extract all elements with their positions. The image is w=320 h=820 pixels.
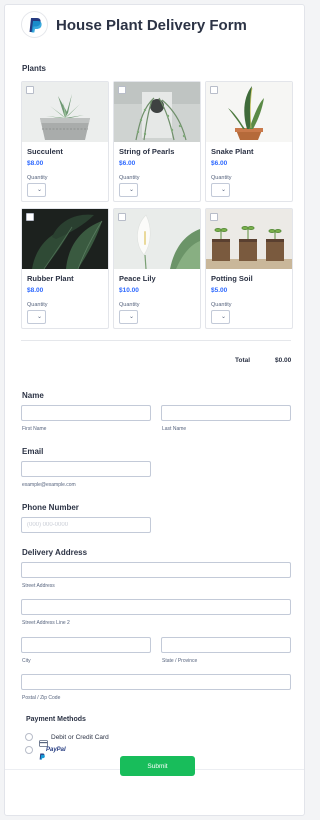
product-price: $8.00 [27, 287, 44, 294]
payment-methods-label: Payment Methods [26, 716, 86, 723]
total-label: Total [235, 357, 251, 364]
product-name: Potting Soil [211, 274, 253, 283]
quantity-select[interactable]: ⌄ [211, 183, 230, 197]
quantity-select[interactable]: ⌄ [119, 310, 138, 324]
potting-soil-image [206, 209, 292, 269]
succulent-image [22, 82, 108, 142]
last-name-sublabel: Last Name [162, 426, 187, 432]
chevron-down-icon: ⌄ [220, 314, 226, 320]
peace-lily-checkbox[interactable] [118, 213, 126, 221]
chevron-down-icon: ⌄ [128, 314, 134, 320]
product-card-peace-lily[interactable]: Peace Lily $10.00 Quantity ⌄ [113, 208, 201, 329]
product-card-succulent[interactable]: Succulent $8.00 Quantity ⌄ [21, 81, 109, 202]
product-card-potting-soil[interactable]: Potting Soil $5.00 Quantity ⌄ [205, 208, 293, 329]
peace-lily-image [114, 209, 200, 269]
quantity-select[interactable]: ⌄ [27, 310, 46, 324]
product-name: Snake Plant [211, 147, 254, 156]
state-sublabel: State / Province [162, 658, 198, 664]
delivery-address-label: Delivery Address [22, 548, 88, 557]
rubber-plant-checkbox[interactable] [26, 213, 34, 221]
zip-input[interactable] [21, 674, 291, 690]
quantity-select[interactable]: ⌄ [211, 310, 230, 324]
chevron-down-icon: ⌄ [220, 187, 226, 193]
paypal-logo-icon [21, 11, 48, 38]
quantity-select[interactable]: ⌄ [27, 183, 46, 197]
string-of-pearls-checkbox[interactable] [118, 86, 126, 94]
product-price: $10.00 [119, 287, 139, 294]
first-name-sublabel: First Name [22, 426, 47, 432]
quantity-label: Quantity [27, 302, 48, 308]
product-card-snake-plant[interactable]: Snake Plant $6.00 Quantity ⌄ [205, 81, 293, 202]
email-sublabel: example@example.com [22, 482, 76, 488]
product-name: Succulent [27, 147, 63, 156]
rubber-plant-image [22, 209, 108, 269]
total-value: $0.00 [275, 357, 292, 364]
quantity-select[interactable]: ⌄ [119, 183, 138, 197]
card-option-label: Debit or Credit Card [51, 734, 109, 741]
email-label: Email [22, 447, 44, 456]
street-address-input[interactable] [21, 562, 291, 578]
product-name: String of Pearls [119, 147, 175, 156]
product-card-string-of-pearls[interactable]: String of Pearls $6.00 Quantity ⌄ [113, 81, 201, 202]
phone-input[interactable] [21, 517, 151, 533]
chevron-down-icon: ⌄ [36, 187, 42, 193]
products-divider [21, 340, 291, 341]
product-price: $6.00 [211, 160, 228, 167]
paypal-radio[interactable] [25, 746, 33, 754]
page-title: House Plant Delivery Form [56, 17, 247, 34]
quantity-label: Quantity [119, 302, 140, 308]
succulent-checkbox[interactable] [26, 86, 34, 94]
email-field[interactable] [21, 461, 151, 477]
string-of-pearls-image [114, 82, 200, 142]
street-address-line2-sublabel: Street Address Line 2 [22, 620, 70, 626]
chevron-down-icon: ⌄ [36, 314, 42, 320]
plants-label: Plants [22, 64, 47, 73]
product-name: Peace Lily [119, 274, 156, 283]
paypal-icon [39, 747, 45, 765]
quantity-label: Quantity [119, 175, 140, 181]
potting-soil-checkbox[interactable] [210, 213, 218, 221]
chevron-down-icon: ⌄ [128, 187, 134, 193]
form-header: House Plant Delivery Form [5, 5, 304, 49]
form-card: House Plant Delivery Form Plants Succule… [4, 4, 305, 816]
street-address-line2-input[interactable] [21, 599, 291, 615]
quantity-label: Quantity [27, 175, 48, 181]
city-sublabel: City [22, 658, 31, 664]
product-card-rubber-plant[interactable]: Rubber Plant $8.00 Quantity ⌄ [21, 208, 109, 329]
product-name: Rubber Plant [27, 274, 74, 283]
city-input[interactable] [21, 637, 151, 653]
street-address-sublabel: Street Address [22, 583, 55, 589]
form-footer [5, 769, 304, 815]
product-price: $5.00 [211, 287, 228, 294]
paypal-option-label: PayPal [46, 747, 66, 753]
snake-plant-image [206, 82, 292, 142]
phone-label: Phone Number [22, 503, 79, 512]
quantity-label: Quantity [211, 175, 232, 181]
product-price: $8.00 [27, 160, 44, 167]
submit-button[interactable]: Submit [120, 756, 195, 776]
first-name-input[interactable] [21, 405, 151, 421]
name-label: Name [22, 391, 44, 400]
zip-sublabel: Postal / Zip Code [22, 695, 61, 701]
quantity-label: Quantity [211, 302, 232, 308]
card-radio[interactable] [25, 733, 33, 741]
product-price: $6.00 [119, 160, 136, 167]
last-name-input[interactable] [161, 405, 291, 421]
state-input[interactable] [161, 637, 291, 653]
snake-plant-checkbox[interactable] [210, 86, 218, 94]
